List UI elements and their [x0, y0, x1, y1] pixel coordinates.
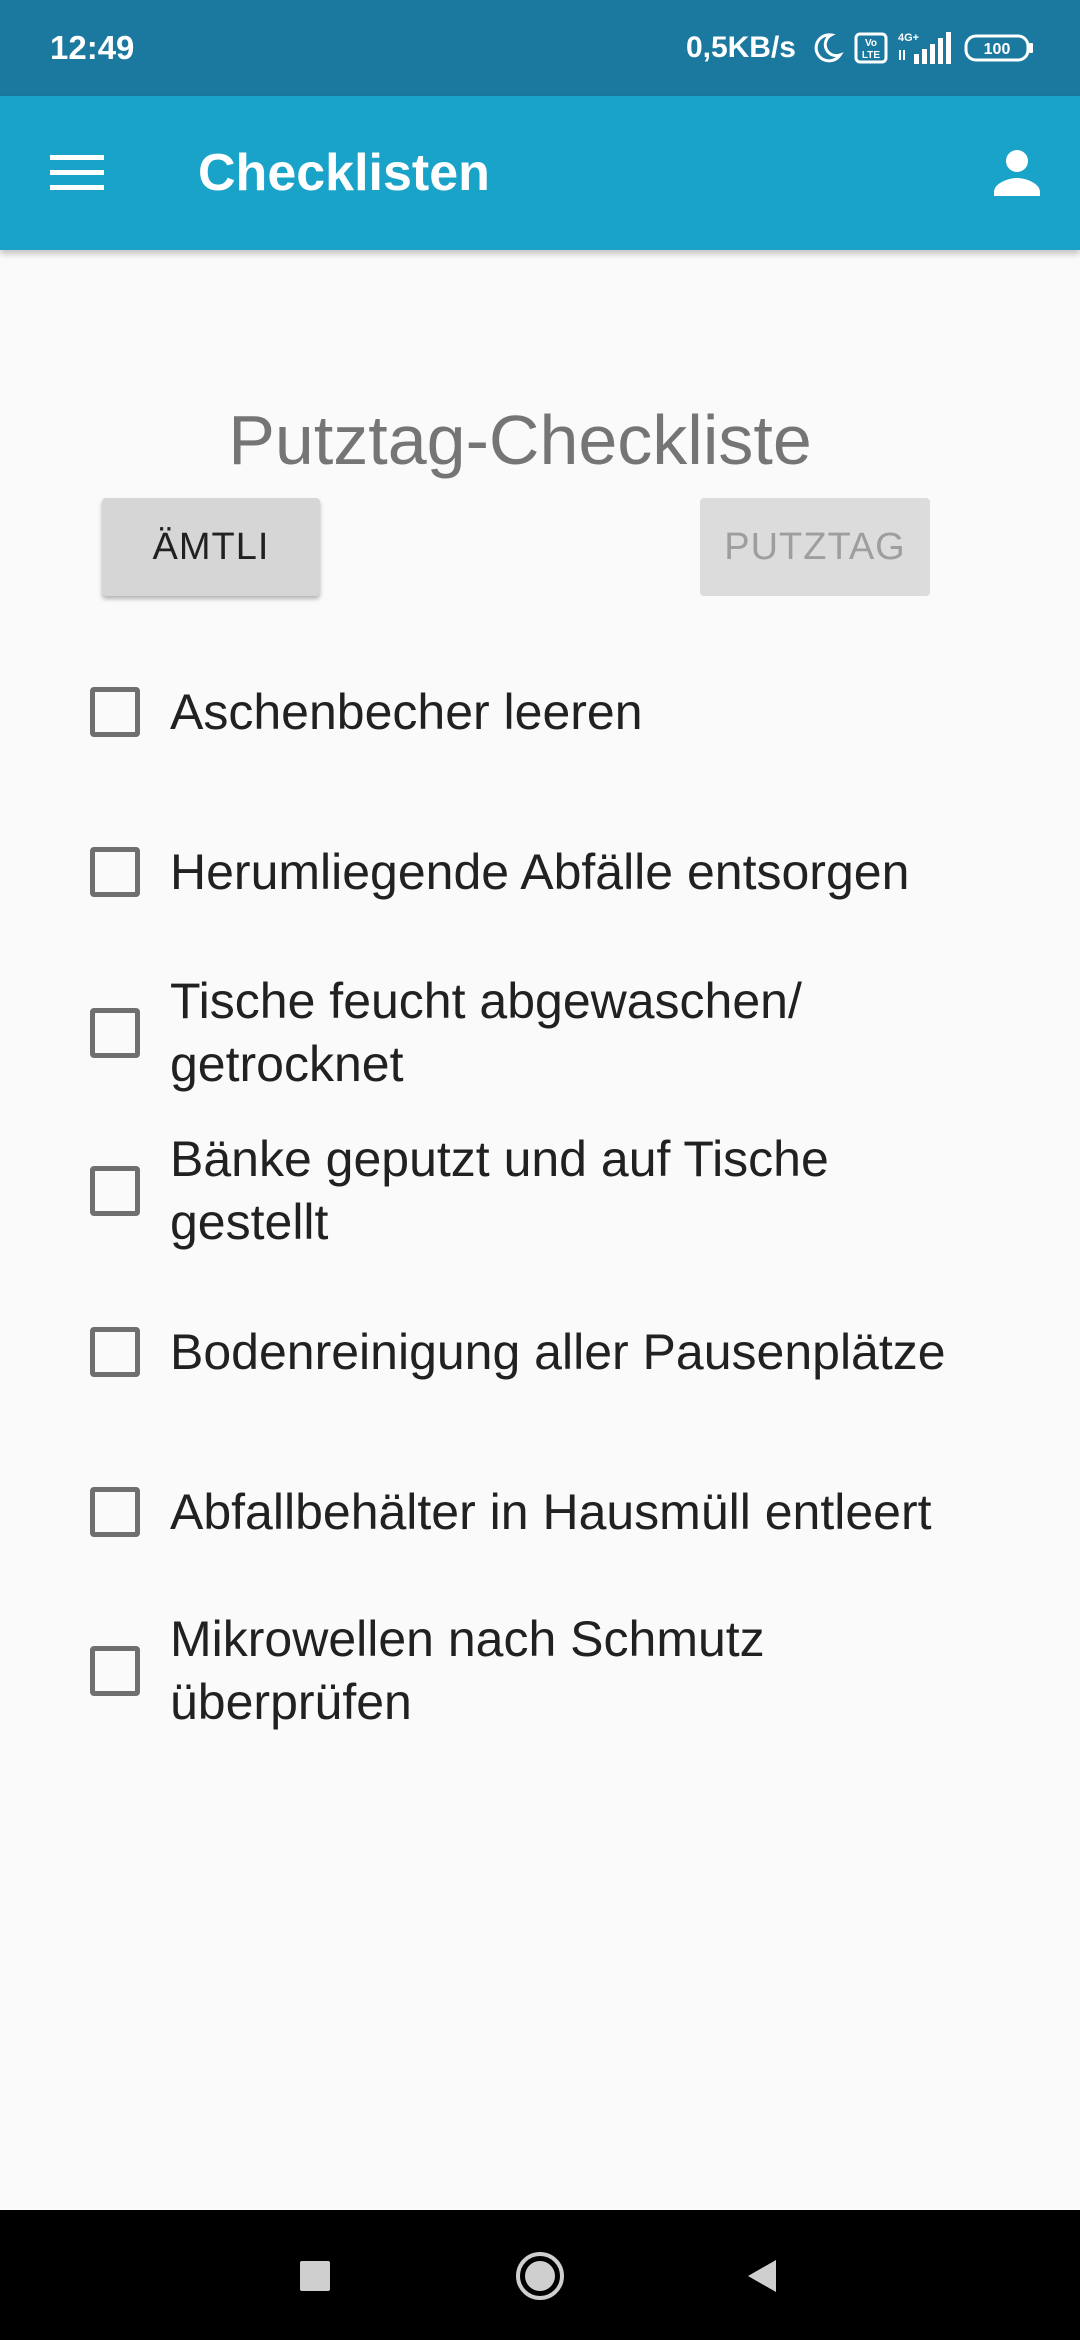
- checklist-item-label: Bodenreinigung aller Pausenplätze: [170, 1323, 946, 1380]
- checkbox[interactable]: [90, 1327, 140, 1377]
- page-title: Putztag-Checkliste: [228, 401, 812, 479]
- checkbox[interactable]: [90, 1487, 140, 1537]
- checklist-item[interactable]: Bodenreinigung aller Pausenplätze: [90, 1320, 1010, 1384]
- system-navigation-bar: [0, 2210, 1080, 2340]
- app-title: Checklisten: [198, 144, 490, 202]
- checklist-item[interactable]: Bänke geputzt und auf Tische gestellt: [90, 1128, 1010, 1254]
- battery-level: 100: [984, 41, 1011, 58]
- checklist-item[interactable]: Herumliegende Abfälle entsorgen: [90, 840, 1010, 904]
- signal-4g-icon: 4G+: [898, 30, 954, 66]
- svg-text:LTE: LTE: [862, 50, 880, 61]
- checklist-item[interactable]: Aschenbecher leeren: [90, 680, 1010, 744]
- checklist-item[interactable]: Mikrowellen nach Schmutz überprüfen: [90, 1608, 1010, 1734]
- status-time: 12:49: [50, 29, 135, 66]
- checklist-item-label: Mikrowellen nach Schmutz überprüfen: [170, 1611, 765, 1730]
- recents-button[interactable]: [283, 2244, 347, 2308]
- amtli-button[interactable]: ÄMTLI: [102, 498, 320, 596]
- checklist-item[interactable]: Abfallbehälter in Hausmüll entleert: [90, 1480, 1010, 1544]
- status-bar: 12:49 0,5KB/s Vo LTE 4G+ 100: [0, 0, 1080, 96]
- back-triangle-icon: [748, 2260, 776, 2292]
- checkbox[interactable]: [90, 1008, 140, 1058]
- account-icon: [994, 150, 1040, 196]
- home-circle-icon: [516, 2252, 564, 2300]
- volte-icon: Vo LTE: [854, 31, 888, 65]
- putztag-button[interactable]: PUTZTAG: [700, 498, 930, 596]
- checklist-item-label: Abfallbehälter in Hausmüll entleert: [170, 1483, 932, 1540]
- account-button[interactable]: [980, 136, 1054, 210]
- moon-icon: [810, 31, 844, 65]
- svg-text:Vo: Vo: [865, 38, 877, 49]
- recents-square-icon: [300, 2261, 330, 2291]
- checkbox[interactable]: [90, 1166, 140, 1216]
- checklist-item-label: Bänke geputzt und auf Tische gestellt: [170, 1131, 829, 1250]
- home-button[interactable]: [508, 2244, 572, 2308]
- checklist-item-label: Aschenbecher leeren: [170, 683, 643, 740]
- hamburger-menu-button[interactable]: [40, 138, 114, 208]
- status-icons: 0,5KB/s Vo LTE 4G+ 100: [686, 28, 1036, 68]
- checklist-item-label: Herumliegende Abfälle entsorgen: [170, 843, 910, 900]
- checkbox[interactable]: [90, 847, 140, 897]
- checklist-item-label: Tische feucht abgewaschen/ getrocknet: [170, 973, 802, 1092]
- svg-text:4G+: 4G+: [898, 32, 919, 44]
- network-speed: 0,5KB/s: [685, 31, 796, 64]
- hamburger-menu-icon: [50, 155, 104, 190]
- checklist-item[interactable]: Tische feucht abgewaschen/ getrocknet: [90, 970, 1010, 1096]
- back-button[interactable]: [730, 2244, 794, 2308]
- checkbox[interactable]: [90, 1646, 140, 1696]
- battery-icon: 100: [964, 33, 1036, 63]
- checkbox[interactable]: [90, 687, 140, 737]
- app-bar: Checklisten: [0, 96, 1080, 250]
